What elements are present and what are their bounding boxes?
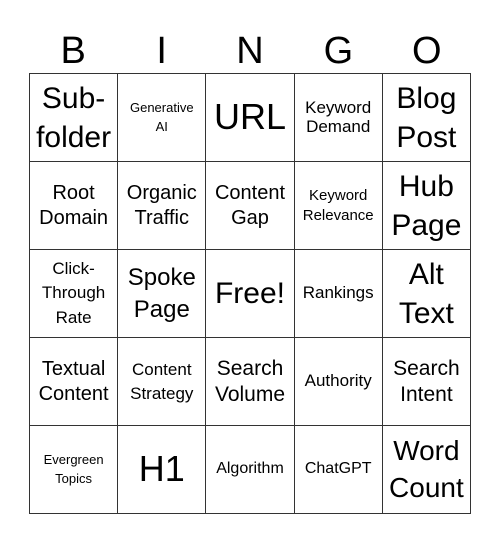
cell-text: Word Count (389, 435, 464, 503)
cell-text: Evergreen Topics (43, 451, 104, 486)
bingo-card: Sub- folder Generative AI URL Keyword De… (29, 73, 471, 514)
bingo-cell[interactable]: Content Gap (206, 162, 295, 250)
header-letter-b: B (60, 30, 86, 72)
bingo-cell[interactable]: Hub Page (382, 162, 471, 250)
cell-text: Spoke Page (127, 264, 196, 323)
bingo-cell[interactable]: Organic Traffic (118, 162, 207, 250)
bingo-cell[interactable]: Rankings (294, 250, 383, 338)
cell-text: Search Volume (214, 357, 286, 406)
cell-text: Blog Post (396, 81, 457, 154)
cell-text: Click- Through Rate (41, 258, 106, 327)
bingo-cell[interactable]: Generative AI (118, 74, 207, 162)
bingo-cell[interactable]: Click- Through Rate (30, 250, 119, 338)
cell-text: Alt Text (398, 257, 454, 330)
cell-text: Content Strategy (130, 359, 194, 403)
cell-text: Keyword Relevance (302, 187, 374, 224)
cell-text: Keyword Demand (305, 98, 372, 136)
cell-text: Rankings (302, 283, 374, 303)
header-letter-n: N (236, 30, 264, 72)
cell-text: Hub Page (391, 169, 462, 242)
bingo-header: B I N G O (29, 30, 471, 72)
bingo-cell[interactable]: H1 (118, 426, 207, 514)
free-space[interactable]: Free! (206, 250, 295, 338)
cell-text: Algorithm (216, 460, 284, 478)
cell-text: Authority (304, 371, 372, 391)
cell-text: Sub- folder (36, 81, 112, 154)
cell-text: Generative AI (129, 100, 194, 134)
bingo-cell[interactable]: Content Strategy (118, 338, 207, 426)
bingo-cell[interactable]: Blog Post (382, 74, 471, 162)
bingo-cell[interactable]: Word Count (382, 426, 471, 514)
bingo-cell[interactable]: Alt Text (382, 250, 471, 338)
cell-text: URL (213, 96, 286, 138)
bingo-cell[interactable]: Search Intent (382, 338, 471, 426)
header-letter-o: O (412, 30, 442, 72)
bingo-cell[interactable]: Authority (294, 338, 383, 426)
bingo-cell[interactable]: Algorithm (206, 426, 295, 514)
cell-text: H1 (138, 448, 185, 490)
cell-text: Root Domain (39, 181, 109, 229)
cell-text: Textual Content (38, 357, 109, 405)
bingo-cell[interactable]: Root Domain (30, 162, 119, 250)
cell-text: Free! (214, 277, 285, 310)
bingo-cell[interactable]: Sub- folder (30, 74, 119, 162)
header-letter-i: I (156, 30, 167, 72)
bingo-cell[interactable]: ChatGPT (294, 426, 383, 514)
bingo-cell[interactable]: Keyword Relevance (294, 162, 383, 250)
header-letter-g: G (323, 30, 354, 72)
bingo-cell[interactable]: Textual Content (30, 338, 119, 426)
cell-text: Search Intent (393, 357, 460, 406)
cell-text: ChatGPT (304, 460, 372, 478)
bingo-cell[interactable]: Spoke Page (118, 250, 207, 338)
bingo-cell[interactable]: Search Volume (206, 338, 295, 426)
cell-text: Organic Traffic (126, 181, 197, 229)
bingo-cell[interactable]: Keyword Demand (294, 74, 383, 162)
bingo-cell[interactable]: URL (206, 74, 295, 162)
bingo-cell[interactable]: Evergreen Topics (30, 426, 119, 514)
cell-text: Content Gap (214, 181, 286, 229)
